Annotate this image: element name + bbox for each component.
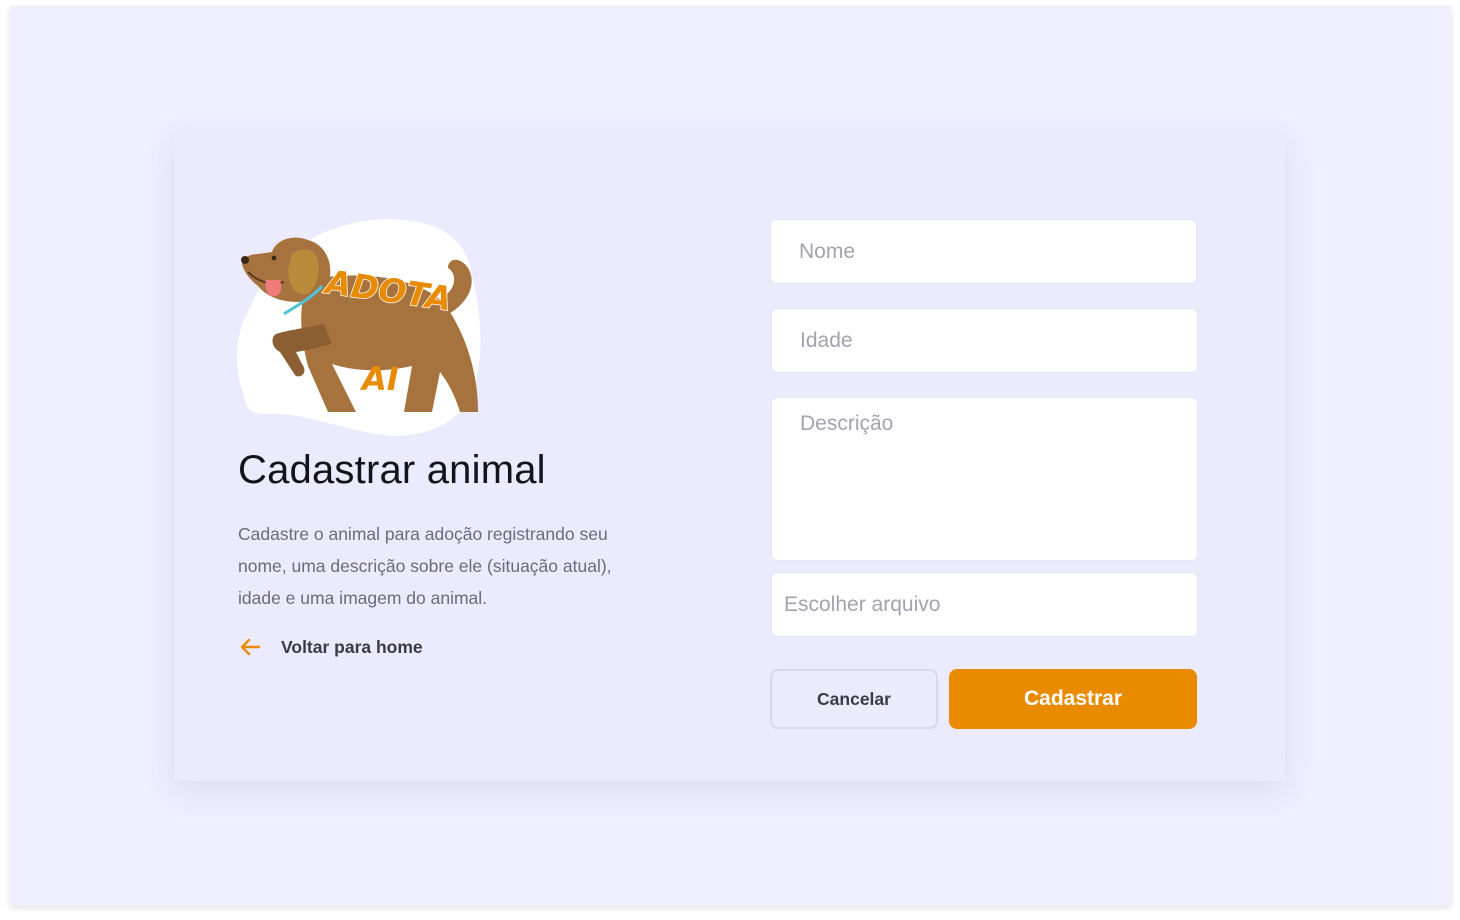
page-title: Cadastrar animal [238,448,546,492]
back-to-home-label: Voltar para home [281,636,423,657]
submit-button[interactable]: Cadastrar [949,669,1197,729]
file-picker-label: Escolher arquivo [784,592,941,616]
file-picker[interactable]: Escolher arquivo [771,572,1198,637]
page-description: Cadastre o animal para adoção registrand… [238,524,612,608]
cancel-button[interactable]: Cancelar [770,669,938,729]
name-input[interactable] [770,219,1197,284]
back-to-home-link[interactable]: Voltar para home [238,632,423,662]
logo-word-bottom: AI [359,360,399,398]
age-input[interactable] [771,308,1198,373]
description-textarea[interactable] [771,397,1198,561]
dog-logo-icon: ADOTA AI [236,219,481,436]
arrow-left-icon [240,638,261,656]
